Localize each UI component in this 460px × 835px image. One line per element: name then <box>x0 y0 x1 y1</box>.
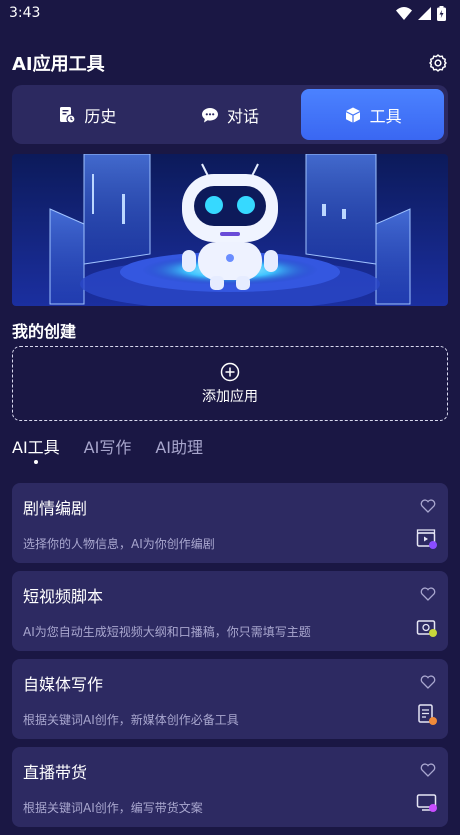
tab-ai-tools[interactable]: AI工具 <box>12 434 60 464</box>
tool-card-live-selling[interactable]: 直播带货 根据关键词AI创作，编写带货文案 <box>12 747 448 827</box>
app-header: AI应用工具 <box>12 50 448 76</box>
live-screen-icon <box>416 794 437 812</box>
active-tab-indicator <box>33 460 38 464</box>
clapperboard-icon <box>416 529 437 549</box>
tool-card-short-video-script[interactable]: 短视频脚本 AI为您自动生成短视频大纲和口播稿，你只需填写主题 <box>12 571 448 651</box>
status-time: 3:43 <box>9 5 41 21</box>
tool-card-script-writer[interactable]: 剧情编剧 选择你的人物信息，AI为你创作编剧 <box>12 483 448 563</box>
video-camera-icon <box>416 620 437 637</box>
settings-gear-icon[interactable] <box>428 53 448 73</box>
tool-card-media-writing[interactable]: 自媒体写作 根据关键词AI创作，新媒体创作必备工具 <box>12 659 448 739</box>
tab-ai-assistant[interactable]: AI助理 <box>155 434 203 464</box>
add-app-button[interactable]: 添加应用 <box>12 346 448 421</box>
segment-chat-label: 对话 <box>227 106 260 126</box>
status-icons <box>396 5 446 21</box>
tab-ai-writing[interactable]: AI写作 <box>84 434 132 464</box>
my-creations-title: 我的创建 <box>12 322 77 341</box>
tool-card-title: 剧情编剧 <box>23 499 88 518</box>
chat-icon <box>202 107 218 122</box>
tab-ai-writing-label: AI写作 <box>83 438 132 457</box>
tool-card-description: 选择你的人物信息，AI为你创作编剧 <box>23 537 215 551</box>
favorite-heart-icon[interactable] <box>420 587 436 601</box>
tool-card-title: 短视频脚本 <box>23 587 104 606</box>
robot-banner <box>12 154 448 306</box>
box-icon <box>345 107 360 122</box>
status-bar: 3:43 <box>0 0 460 26</box>
wifi-icon <box>396 6 412 20</box>
segment-chat[interactable]: 对话 <box>159 89 302 140</box>
favorite-heart-icon[interactable] <box>420 675 436 689</box>
tool-card-description: AI为您自动生成短视频大纲和口播稿，你只需填写主题 <box>23 625 311 639</box>
category-tabs: AI工具 AI写作 AI助理 <box>12 434 203 464</box>
segment-history[interactable]: 历史 <box>16 89 159 140</box>
page-title: AI应用工具 <box>12 54 105 75</box>
tab-ai-assistant-label: AI助理 <box>155 438 204 457</box>
battery-icon <box>437 5 446 21</box>
favorite-heart-icon[interactable] <box>420 763 436 777</box>
favorite-heart-icon[interactable] <box>420 499 436 513</box>
segmented-tabs: 历史 对话 工具 <box>12 85 448 144</box>
tool-card-description: 根据关键词AI创作，新媒体创作必备工具 <box>23 713 239 727</box>
tool-card-description: 根据关键词AI创作，编写带货文案 <box>23 801 203 815</box>
segment-tools-label: 工具 <box>369 106 402 126</box>
signal-icon <box>418 6 431 20</box>
tool-card-title: 自媒体写作 <box>23 675 104 694</box>
tab-ai-tools-label: AI工具 <box>12 438 60 457</box>
add-circle-icon <box>220 362 240 381</box>
tool-list: 剧情编剧 选择你的人物信息，AI为你创作编剧 短视频脚本 AI为您自动生成短视频… <box>12 483 448 835</box>
segment-tools[interactable]: 工具 <box>301 89 445 140</box>
history-icon <box>60 106 76 124</box>
segment-history-label: 历史 <box>84 106 117 126</box>
robot-illustration <box>12 154 448 306</box>
add-app-label: 添加应用 <box>202 388 258 405</box>
tool-card-title: 直播带货 <box>23 763 88 782</box>
notebook-icon <box>418 704 437 725</box>
